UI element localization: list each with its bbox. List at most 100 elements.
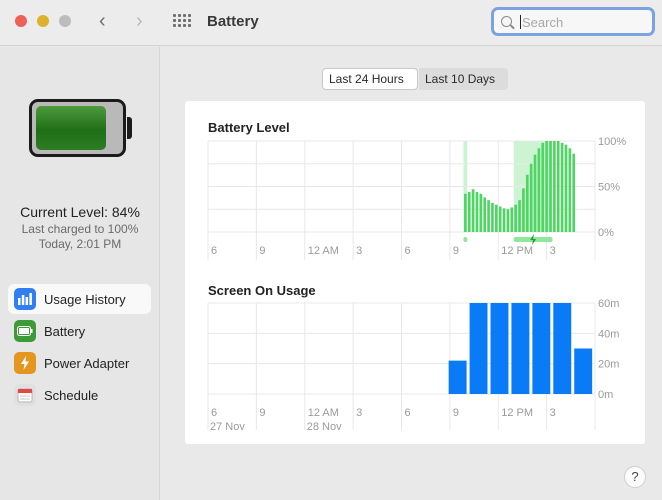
y-tick-label: 0m xyxy=(598,389,613,401)
search-field[interactable] xyxy=(491,7,655,36)
usage-history-panel: Battery Level Screen On Usage 6 9 12 AM 3 6 9… xyxy=(185,101,645,444)
x-tick-label: 12 PM xyxy=(501,245,533,257)
battery-level-bar xyxy=(553,141,556,232)
screen-usage-bar xyxy=(448,360,467,394)
battery-icon xyxy=(14,320,36,342)
screen-usage-bar xyxy=(532,303,551,394)
text-caret xyxy=(520,15,521,29)
sidebar-item-schedule[interactable]: Schedule xyxy=(8,380,151,410)
battery-level-bar xyxy=(514,204,517,232)
x-tick-label: 3 xyxy=(356,407,362,419)
usage-history-icon xyxy=(14,288,36,310)
battery-level-bar xyxy=(464,193,467,232)
battery-level-bar xyxy=(479,193,483,232)
y-tick-label: 100% xyxy=(598,136,626,148)
x-tick-label: 9 xyxy=(259,407,265,419)
zoom-window-button[interactable] xyxy=(59,15,71,27)
battery-level-bar xyxy=(525,174,529,232)
battery-level-bar xyxy=(533,154,537,232)
window-title: Battery xyxy=(207,13,259,30)
x-tick-label: 6 xyxy=(405,407,411,419)
battery-level-bar xyxy=(568,148,572,232)
screen-usage-bar xyxy=(469,303,488,394)
battery-level-bar xyxy=(556,141,560,232)
y-tick-label: 20m xyxy=(598,359,619,371)
forward-button[interactable]: › xyxy=(136,11,143,31)
charging-indicator xyxy=(463,237,468,242)
screen-usage-bar xyxy=(553,303,572,394)
screen-usage-bar xyxy=(511,303,530,394)
battery-level-chart-title: Battery Level xyxy=(208,120,290,135)
sidebar-item-label: Schedule xyxy=(44,387,99,403)
battery-level-bar xyxy=(572,153,576,232)
minimize-window-button[interactable] xyxy=(37,15,49,27)
x-tick-label: 6 xyxy=(405,245,411,257)
battery-terminal xyxy=(127,117,132,139)
search-icon xyxy=(501,16,512,27)
usage-charts: 6 9 12 AM 3 6 9 12 PM 3 100% 50% 0% 6 9 12 AM 3 6 9 12 PM… xyxy=(207,136,626,433)
x-tick-label: 3 xyxy=(550,407,556,419)
battery-level-bar xyxy=(483,197,487,232)
sidebar-item-label: Battery xyxy=(44,323,86,339)
y-tick-label: 50% xyxy=(598,182,620,194)
battery-level-bar xyxy=(475,191,479,232)
battery-level-bar xyxy=(506,209,510,232)
battery-level-bar xyxy=(498,206,502,232)
y-tick-label: 40m xyxy=(598,328,619,340)
battery-level-bar xyxy=(560,142,564,232)
battery-level-bar xyxy=(502,208,506,232)
search-input[interactable] xyxy=(522,11,642,33)
battery-level-bar xyxy=(537,148,541,232)
date-label: 27 Nov xyxy=(210,421,245,433)
battery-level-bar xyxy=(494,204,498,232)
sidebar-item-label: Usage History xyxy=(44,291,126,307)
x-tick-label: 9 xyxy=(453,245,459,257)
battery-level-bar xyxy=(545,141,548,232)
current-level-text: Current Level: 84% xyxy=(20,204,140,220)
x-tick-label: 9 xyxy=(453,407,459,419)
close-window-button[interactable] xyxy=(15,15,27,27)
x-tick-label: 3 xyxy=(356,245,362,257)
sidebar-item-usage-history[interactable]: Usage History xyxy=(8,284,151,314)
sidebar: Current Level: 84% Last charged to 100% … xyxy=(0,47,160,500)
battery-level-bar xyxy=(491,202,494,232)
lightning-icon xyxy=(530,234,537,245)
battery-level-bar xyxy=(549,141,552,232)
x-tick-label: 9 xyxy=(259,245,265,257)
sidebar-item-battery[interactable]: Battery xyxy=(8,316,151,346)
battery-level-bar xyxy=(541,142,545,232)
x-tick-label: 6 xyxy=(211,245,217,257)
y-tick-label: 60m xyxy=(598,298,619,310)
battery-level-bar xyxy=(518,200,521,232)
battery-level-bar xyxy=(529,163,533,232)
x-tick-label: 6 xyxy=(211,407,217,419)
x-tick-label: 12 AM xyxy=(308,407,339,419)
sidebar-item-label: Power Adapter xyxy=(44,355,130,371)
power-adapter-icon xyxy=(14,352,36,374)
battery-level-bar xyxy=(522,188,525,232)
x-tick-label: 3 xyxy=(550,245,556,257)
back-button[interactable]: ‹ xyxy=(99,11,106,31)
sidebar-item-power-adapter[interactable]: Power Adapter xyxy=(8,348,151,378)
schedule-icon xyxy=(14,384,36,406)
title-bar: ‹ › Battery xyxy=(0,0,662,46)
battery-level-bar xyxy=(467,191,471,232)
tab-last-24-hours[interactable]: Last 24 Hours xyxy=(322,68,418,90)
battery-level-bar xyxy=(564,144,568,232)
battery-level-icon xyxy=(29,99,126,157)
screen-on-usage-chart-title: Screen On Usage xyxy=(208,283,316,298)
battery-level-bar xyxy=(471,189,475,232)
battery-level-bar xyxy=(510,207,514,232)
x-tick-label: 12 PM xyxy=(501,407,533,419)
battery-level-fill xyxy=(36,106,106,150)
x-tick-label: 12 AM xyxy=(308,245,339,257)
date-label: 28 Nov xyxy=(307,421,342,433)
y-tick-label: 0% xyxy=(598,227,614,239)
tab-last-10-days[interactable]: Last 10 Days xyxy=(419,68,508,90)
show-all-grid-icon[interactable] xyxy=(173,14,191,28)
screen-usage-bar xyxy=(490,303,509,394)
help-button[interactable]: ? xyxy=(624,466,646,488)
last-charged-text: Last charged to 100% xyxy=(21,222,139,236)
screen-usage-bar xyxy=(574,348,593,394)
battery-level-bar xyxy=(487,200,490,232)
